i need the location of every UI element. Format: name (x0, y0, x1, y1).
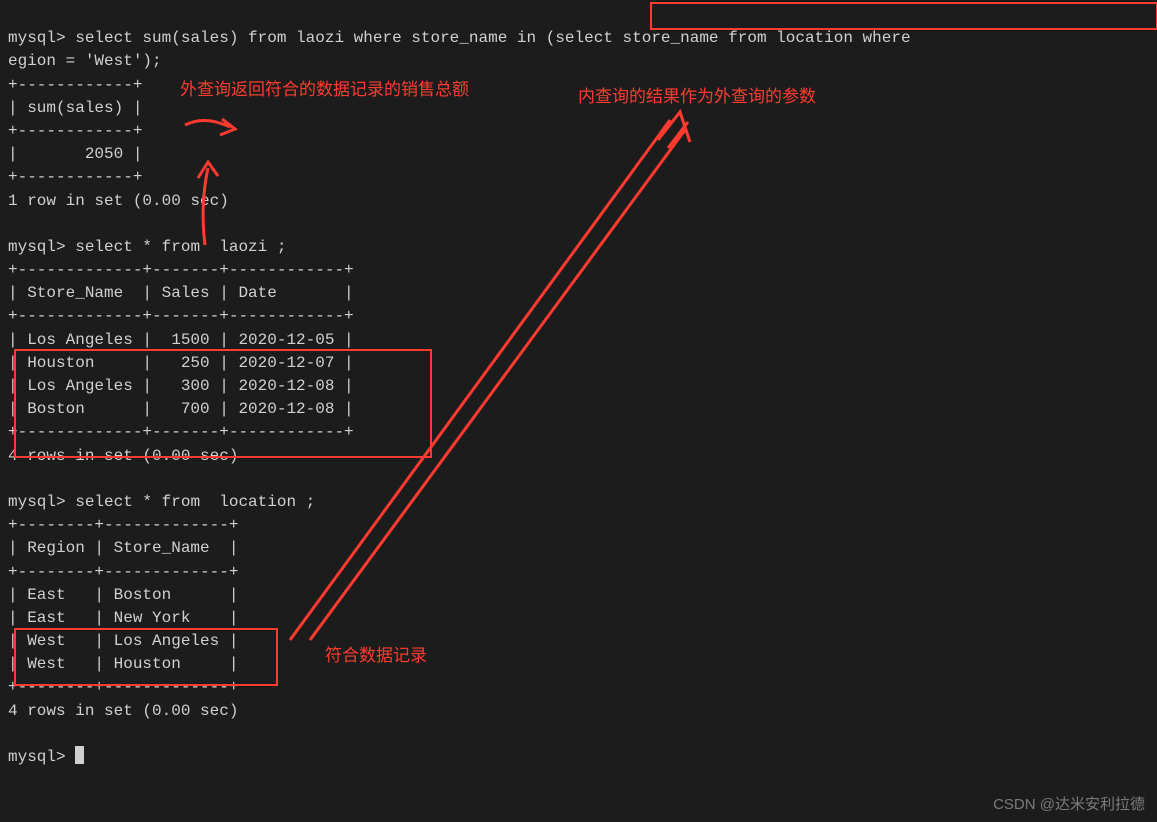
table-row: | Los Angeles | 300 | 2020-12-08 | (8, 377, 354, 395)
table-row: | Los Angeles | 1500 | 2020-12-05 | (8, 331, 354, 349)
rowcount: 1 row in set (0.00 sec) (8, 192, 229, 210)
result-border: +------------+ (8, 168, 142, 186)
table-row: | West | Los Angeles | (8, 632, 238, 650)
table-row: | Boston | 700 | 2020-12-08 | (8, 400, 354, 418)
annotation-inner-query: 内查询的结果作为外查询的参数 (578, 85, 816, 110)
sql-line2: egion = 'West'); (8, 52, 162, 70)
prompt: mysql> (8, 493, 75, 511)
result-border: +--------+-------------+ (8, 516, 238, 534)
result-border: +-------------+-------+------------+ (8, 423, 354, 441)
sql-select-laozi: select * from laozi ; (75, 238, 286, 256)
table-row: | East | Boston | (8, 586, 238, 604)
result-border: +------------+ (8, 76, 142, 94)
sql-select-location: select * from location ; (75, 493, 315, 511)
annotation-outer-query: 外查询返回符合的数据记录的销售总额 (180, 78, 469, 103)
result-header: | sum(sales) | (8, 99, 142, 117)
result-border: +------------+ (8, 122, 142, 140)
sql-outer: select sum(sales) from laozi where store… (75, 29, 545, 47)
cursor-icon[interactable] (75, 746, 84, 764)
annotation-matched: 符合数据记录 (325, 644, 427, 669)
result-border: +--------+-------------+ (8, 563, 238, 581)
watermark: CSDN @达米安利拉德 (993, 794, 1145, 816)
rowcount: 4 rows in set (0.00 sec) (8, 447, 238, 465)
result-header: | Region | Store_Name | (8, 539, 238, 557)
result-header: | Store_Name | Sales | Date | (8, 284, 354, 302)
table-row: | Houston | 250 | 2020-12-07 | (8, 354, 354, 372)
table-row: | East | New York | (8, 609, 238, 627)
result-border: +-------------+-------+------------+ (8, 261, 354, 279)
sql-subquery: (select store_name from location where (546, 29, 920, 47)
prompt: mysql> (8, 29, 75, 47)
table-row: | West | Houston | (8, 655, 238, 673)
rowcount: 4 rows in set (0.00 sec) (8, 702, 238, 720)
result-row: | 2050 | (8, 145, 142, 163)
prompt: mysql> (8, 238, 75, 256)
result-border: +-------------+-------+------------+ (8, 307, 354, 325)
terminal-output: mysql> select sum(sales) from laozi wher… (0, 0, 1157, 773)
prompt: mysql> (8, 748, 75, 766)
result-border: +--------+-------------+ (8, 678, 238, 696)
